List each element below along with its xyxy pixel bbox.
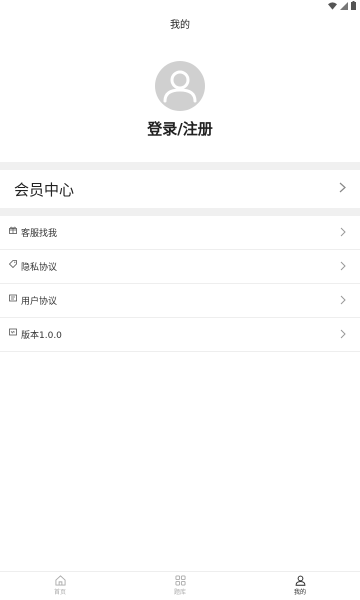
nav-tab-question-bank[interactable]: 题库: [160, 575, 200, 596]
chevron-right-icon: [340, 295, 346, 305]
tag-icon: [9, 260, 17, 268]
login-register-link[interactable]: 登录/注册: [0, 118, 360, 139]
home-icon: [54, 575, 66, 586]
gift-icon: [9, 226, 17, 234]
version-icon: [9, 328, 17, 336]
nav-tab-mine[interactable]: 我的: [280, 575, 320, 596]
battery-icon: [351, 1, 356, 10]
wifi-icon: [328, 1, 337, 10]
menu-item-customer-service[interactable]: 客服找我: [0, 216, 360, 250]
avatar[interactable]: [155, 61, 205, 111]
section-divider: [0, 208, 360, 216]
nav-tab-home[interactable]: 首页: [40, 575, 80, 596]
user-icon: [295, 575, 305, 586]
signal-icon: [340, 1, 348, 10]
status-bar: [0, 0, 360, 12]
chevron-right-icon: [340, 261, 346, 271]
chevron-right-icon: [339, 182, 346, 193]
menu-item-label: 客服找我: [21, 229, 58, 239]
nav-tab-label: 我的: [293, 589, 306, 596]
menu-item-label: 用户协议: [21, 297, 58, 307]
nav-tab-label: 题库: [173, 589, 186, 596]
vip-center-label: 会员中心: [14, 181, 75, 199]
nav-tab-label: 首页: [53, 589, 66, 596]
bottom-nav: 首页 题库 我的: [0, 571, 360, 600]
section-divider: [0, 162, 360, 170]
menu-item-version[interactable]: 版本1.0.0: [0, 318, 360, 352]
chevron-right-icon: [340, 329, 346, 339]
vip-center-row[interactable]: 会员中心: [0, 170, 360, 208]
menu-item-label: 隐私协议: [21, 263, 58, 273]
menu-item-user-agreement[interactable]: 用户协议: [0, 284, 360, 318]
screen: 我的 登录/注册 会员中心 客服找我 隐私协议 用户协议 版本1.0.0 首页 …: [0, 0, 360, 600]
grid-icon: [174, 575, 186, 586]
menu-item-privacy[interactable]: 隐私协议: [0, 250, 360, 284]
default-user-icon: [163, 70, 197, 103]
document-icon: [9, 294, 17, 302]
status-icons: [328, 1, 356, 10]
chevron-right-icon: [340, 227, 346, 237]
menu-item-label: 版本1.0.0: [21, 331, 62, 341]
page-title: 我的: [170, 20, 190, 31]
